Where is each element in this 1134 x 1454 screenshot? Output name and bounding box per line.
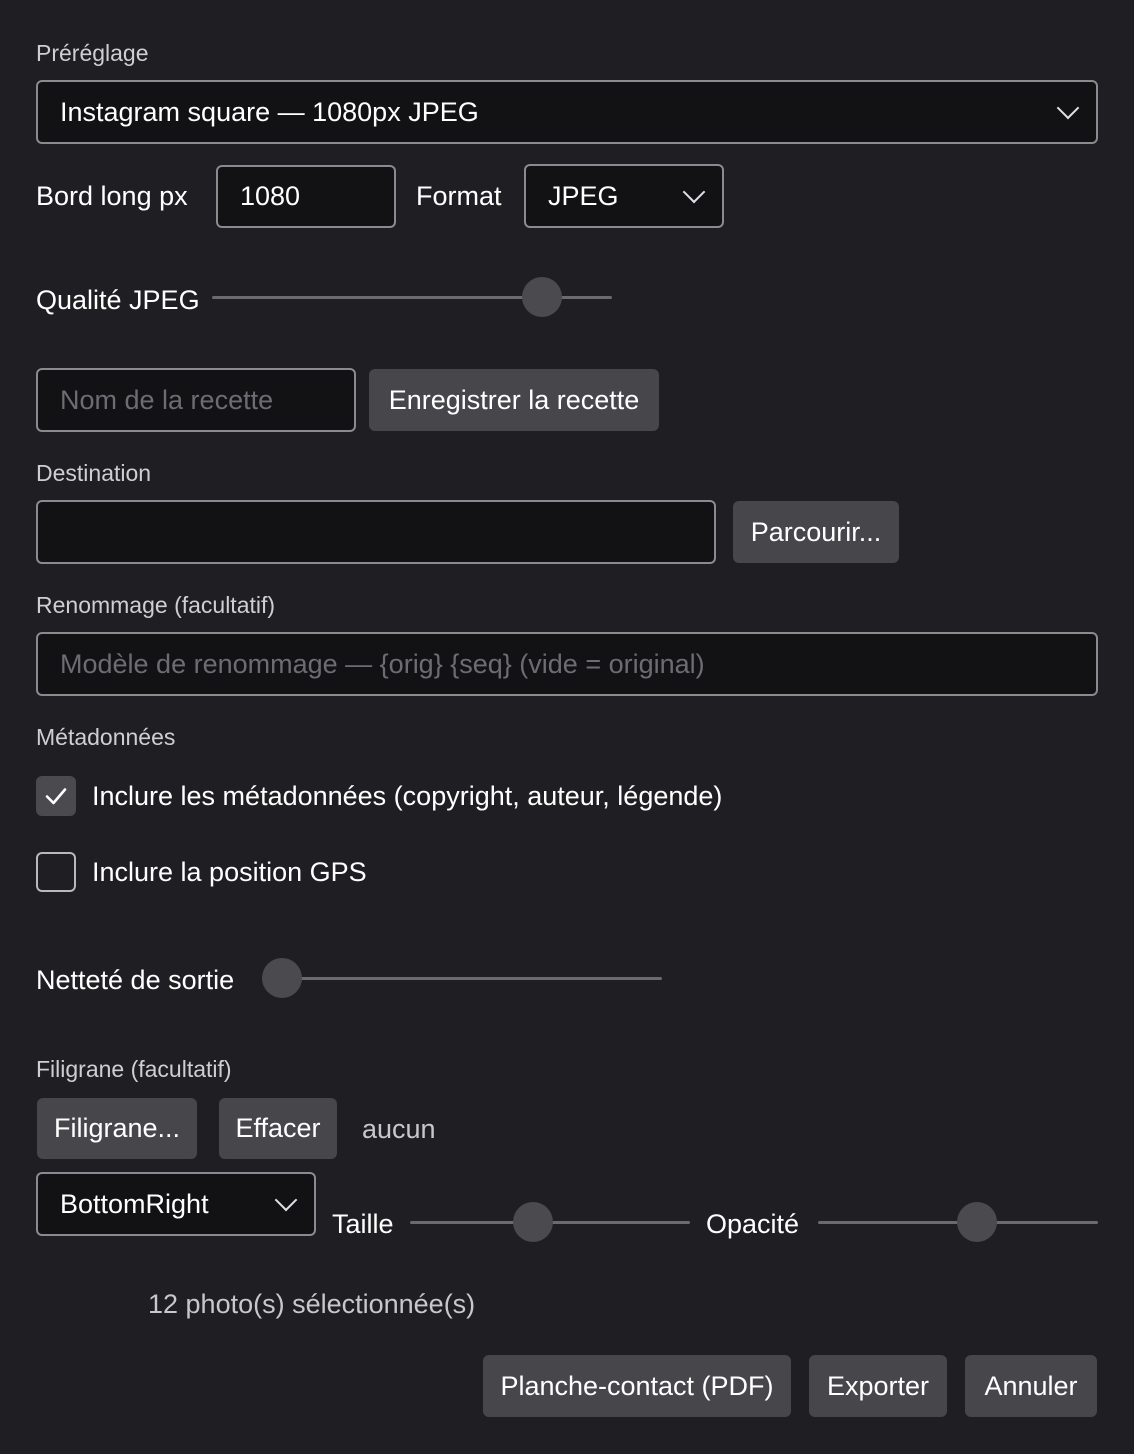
save-recipe-button[interactable]: Enregistrer la recette	[369, 369, 659, 431]
format-label: Format	[416, 181, 502, 211]
metadata-label: Métadonnées	[36, 724, 176, 750]
include-gps-checkbox-row[interactable]: Inclure la position GPS	[36, 852, 367, 892]
choose-watermark-button[interactable]: Filigrane...	[37, 1098, 197, 1159]
include-metadata-label: Inclure les métadonnées (copyright, aute…	[92, 780, 723, 811]
slider-thumb[interactable]	[513, 1202, 554, 1242]
browse-button[interactable]: Parcourir...	[733, 501, 899, 563]
format-dropdown[interactable]: JPEG	[524, 164, 724, 228]
export-button[interactable]: Exporter	[809, 1355, 947, 1417]
clear-watermark-button[interactable]: Effacer	[219, 1098, 337, 1159]
jpeg-quality-label: Qualité JPEG	[36, 285, 200, 315]
checkmark-icon	[45, 788, 67, 805]
slider-thumb[interactable]	[521, 277, 562, 317]
preset-label: Préréglage	[36, 40, 149, 66]
include-metadata-checkbox-row[interactable]: Inclure les métadonnées (copyright, aute…	[36, 776, 722, 816]
destination-label: Destination	[36, 460, 152, 486]
include-gps-checkbox[interactable]	[36, 852, 76, 892]
watermark-size-label: Taille	[332, 1209, 394, 1239]
watermark-opacity-slider[interactable]	[818, 1202, 1098, 1242]
preset-value: Instagram square — 1080px JPEG	[60, 96, 479, 127]
long-edge-value: 1080	[240, 181, 301, 211]
watermark-status: aucun	[362, 1114, 436, 1144]
contact-sheet-button[interactable]: Planche-contact (PDF)	[483, 1355, 791, 1417]
chevron-down-icon	[682, 180, 706, 204]
chevron-down-icon	[1056, 96, 1080, 120]
preset-dropdown[interactable]: Instagram square — 1080px JPEG	[36, 80, 1098, 144]
selection-count: 12 photo(s) sélectionnée(s)	[148, 1289, 476, 1319]
jpeg-quality-slider[interactable]	[212, 277, 612, 317]
rename-pattern-placeholder: Modèle de renommage — {orig} {seq} (vide…	[60, 648, 705, 679]
slider-thumb[interactable]	[262, 958, 302, 998]
watermark-position-dropdown[interactable]: BottomRight	[36, 1172, 316, 1236]
include-gps-label: Inclure la position GPS	[92, 856, 367, 887]
long-edge-input[interactable]: 1080	[216, 165, 396, 228]
format-value: JPEG	[548, 180, 619, 211]
destination-input[interactable]	[36, 500, 716, 564]
sharpening-slider[interactable]	[262, 958, 662, 998]
watermark-size-slider[interactable]	[410, 1202, 690, 1242]
slider-track	[262, 977, 662, 980]
slider-thumb[interactable]	[957, 1202, 998, 1242]
sharpening-label: Netteté de sortie	[36, 965, 235, 995]
watermark-position-value: BottomRight	[60, 1188, 209, 1219]
recipe-name-input[interactable]: Nom de la recette	[36, 368, 356, 432]
chevron-down-icon	[274, 1188, 298, 1212]
rename-label: Renommage (facultatif)	[36, 592, 276, 618]
watermark-opacity-label: Opacité	[706, 1209, 800, 1239]
include-metadata-checkbox[interactable]	[36, 776, 76, 816]
recipe-name-placeholder: Nom de la recette	[60, 384, 274, 415]
watermark-label: Filigrane (facultatif)	[36, 1056, 232, 1082]
long-edge-label: Bord long px	[36, 181, 188, 211]
cancel-button[interactable]: Annuler	[965, 1355, 1097, 1417]
rename-pattern-input[interactable]: Modèle de renommage — {orig} {seq} (vide…	[36, 632, 1098, 696]
